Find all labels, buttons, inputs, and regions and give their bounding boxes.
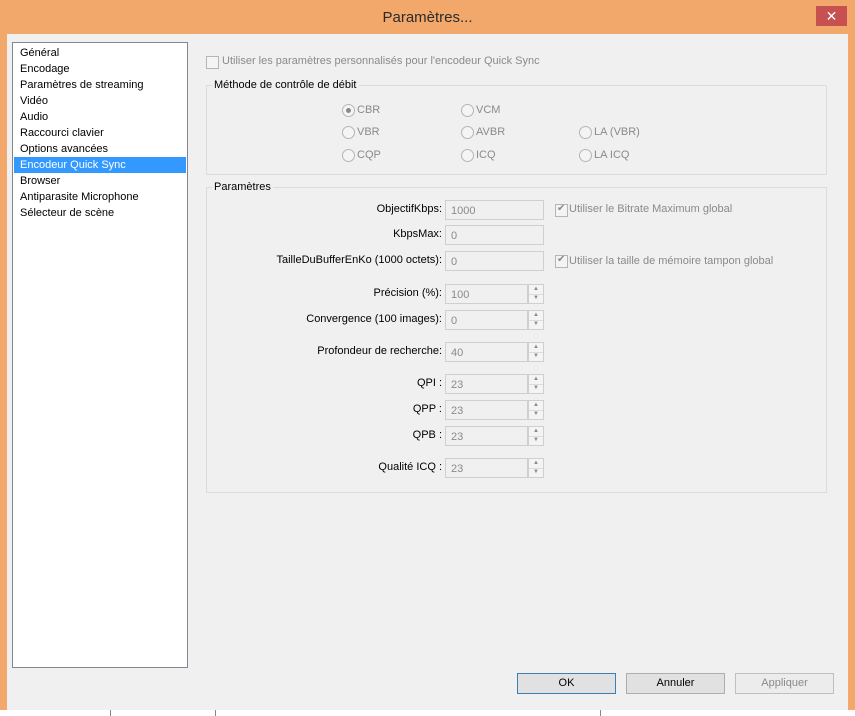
- sidebar-item-video[interactable]: Vidéo: [14, 93, 186, 109]
- spin-down-icon[interactable]: ▼: [529, 436, 543, 445]
- sidebar-item-noise-gate[interactable]: Antiparasite Microphone: [14, 189, 186, 205]
- qpi-spinner[interactable]: ▲ ▼: [528, 374, 544, 394]
- radio-avbr-label: AVBR: [476, 126, 506, 138]
- precision-input[interactable]: 100: [445, 284, 528, 304]
- convergence-spinner[interactable]: ▲ ▼: [528, 310, 544, 330]
- radio-la-vbr-label: LA (VBR): [594, 126, 640, 138]
- sidebar-item-browser[interactable]: Browser: [14, 173, 186, 189]
- settings-window: Paramètres... ✕ Général Encodage Paramèt…: [0, 0, 855, 716]
- radio-la-icq[interactable]: [579, 149, 592, 162]
- sidebar-item-scene-switcher[interactable]: Sélecteur de scène: [14, 205, 186, 221]
- qpb-spinner[interactable]: ▲ ▼: [528, 426, 544, 446]
- precision-label: Précision (%):: [373, 287, 442, 299]
- spin-down-icon[interactable]: ▼: [529, 468, 543, 477]
- kbpsmax-label: KbpsMax:: [393, 228, 442, 240]
- sidebar-item-advanced[interactable]: Options avancées: [14, 141, 186, 157]
- settings-category-list: Général Encodage Paramètres de streaming…: [12, 42, 188, 668]
- custom-settings-label: Utiliser les paramètres personnalisés po…: [222, 55, 540, 67]
- radio-vbr-label: VBR: [357, 126, 380, 138]
- apply-button[interactable]: Appliquer: [735, 673, 834, 694]
- radio-avbr[interactable]: [461, 126, 474, 139]
- radio-cbr[interactable]: [342, 104, 355, 117]
- radio-vcm[interactable]: [461, 104, 474, 117]
- spin-down-icon[interactable]: ▼: [529, 410, 543, 419]
- global-buffer-checkbox[interactable]: [555, 254, 568, 268]
- sidebar-item-encodage[interactable]: Encodage: [14, 61, 186, 77]
- close-button[interactable]: ✕: [816, 6, 847, 26]
- profondeur-label: Profondeur de recherche:: [317, 345, 442, 357]
- qpi-input[interactable]: 23: [445, 374, 528, 394]
- qpb-label: QPB :: [412, 429, 442, 441]
- qpb-input[interactable]: 23: [445, 426, 528, 446]
- icq-label: Qualité ICQ :: [378, 461, 442, 473]
- radio-vbr[interactable]: [342, 126, 355, 139]
- icq-input[interactable]: 23: [445, 458, 528, 478]
- rate-control-title: Méthode de contrôle de débit: [212, 79, 359, 91]
- cancel-button[interactable]: Annuler: [626, 673, 725, 694]
- spin-down-icon[interactable]: ▼: [529, 320, 543, 329]
- radio-cqp-label: CQP: [357, 149, 381, 161]
- radio-vcm-label: VCM: [476, 104, 501, 116]
- spin-down-icon[interactable]: ▼: [529, 352, 543, 361]
- window-title: Paramètres...: [382, 9, 473, 26]
- icq-spinner[interactable]: ▲ ▼: [528, 458, 544, 478]
- objectif-label: ObjectifKbps:: [376, 203, 442, 215]
- custom-settings-checkbox[interactable]: [206, 56, 219, 69]
- sidebar-item-hotkeys[interactable]: Raccourci clavier: [14, 125, 186, 141]
- radio-cqp[interactable]: [342, 149, 355, 162]
- spin-down-icon[interactable]: ▼: [529, 294, 543, 303]
- buffer-input[interactable]: 0: [445, 251, 544, 271]
- radio-cbr-label: CBR: [357, 104, 381, 116]
- radio-la-icq-label: LA ICQ: [594, 149, 630, 161]
- title-bar[interactable]: Paramètres... ✕: [0, 0, 855, 34]
- qpp-spinner[interactable]: ▲ ▼: [528, 400, 544, 420]
- global-buffer-label: Utiliser la taille de mémoire tampon glo…: [569, 255, 774, 267]
- dialog-body: Général Encodage Paramètres de streaming…: [7, 34, 848, 710]
- convergence-label: Convergence (100 images):: [306, 313, 442, 325]
- precision-spinner[interactable]: ▲ ▼: [528, 284, 544, 304]
- background-window-strip: [0, 710, 855, 716]
- global-bitrate-checkbox[interactable]: [555, 203, 568, 217]
- qpi-label: QPI :: [416, 377, 442, 389]
- sidebar-item-quicksync[interactable]: Encodeur Quick Sync: [14, 157, 186, 173]
- radio-icq[interactable]: [461, 149, 474, 162]
- sidebar-item-streaming[interactable]: Paramètres de streaming: [14, 77, 186, 93]
- objectif-input[interactable]: 1000: [445, 200, 544, 220]
- qpp-label: QPP :: [412, 403, 442, 415]
- radio-icq-label: ICQ: [476, 149, 496, 161]
- params-title: Paramètres: [212, 181, 273, 193]
- ok-button[interactable]: OK: [517, 673, 616, 694]
- profondeur-input[interactable]: 40: [445, 342, 528, 362]
- profondeur-spinner[interactable]: ▲ ▼: [528, 342, 544, 362]
- buffer-label: TailleDuBufferEnKo (1000 octets):: [276, 254, 443, 266]
- convergence-input[interactable]: 0: [445, 310, 528, 330]
- global-bitrate-label: Utiliser le Bitrate Maximum global: [569, 203, 733, 215]
- close-icon: ✕: [825, 8, 838, 24]
- rate-control-group: [206, 85, 827, 175]
- kbpsmax-input[interactable]: 0: [445, 225, 544, 245]
- qpp-input[interactable]: 23: [445, 400, 528, 420]
- sidebar-item-general[interactable]: Général: [14, 45, 186, 61]
- radio-la-vbr[interactable]: [579, 126, 592, 139]
- sidebar-item-audio[interactable]: Audio: [14, 109, 186, 125]
- spin-down-icon[interactable]: ▼: [529, 384, 543, 393]
